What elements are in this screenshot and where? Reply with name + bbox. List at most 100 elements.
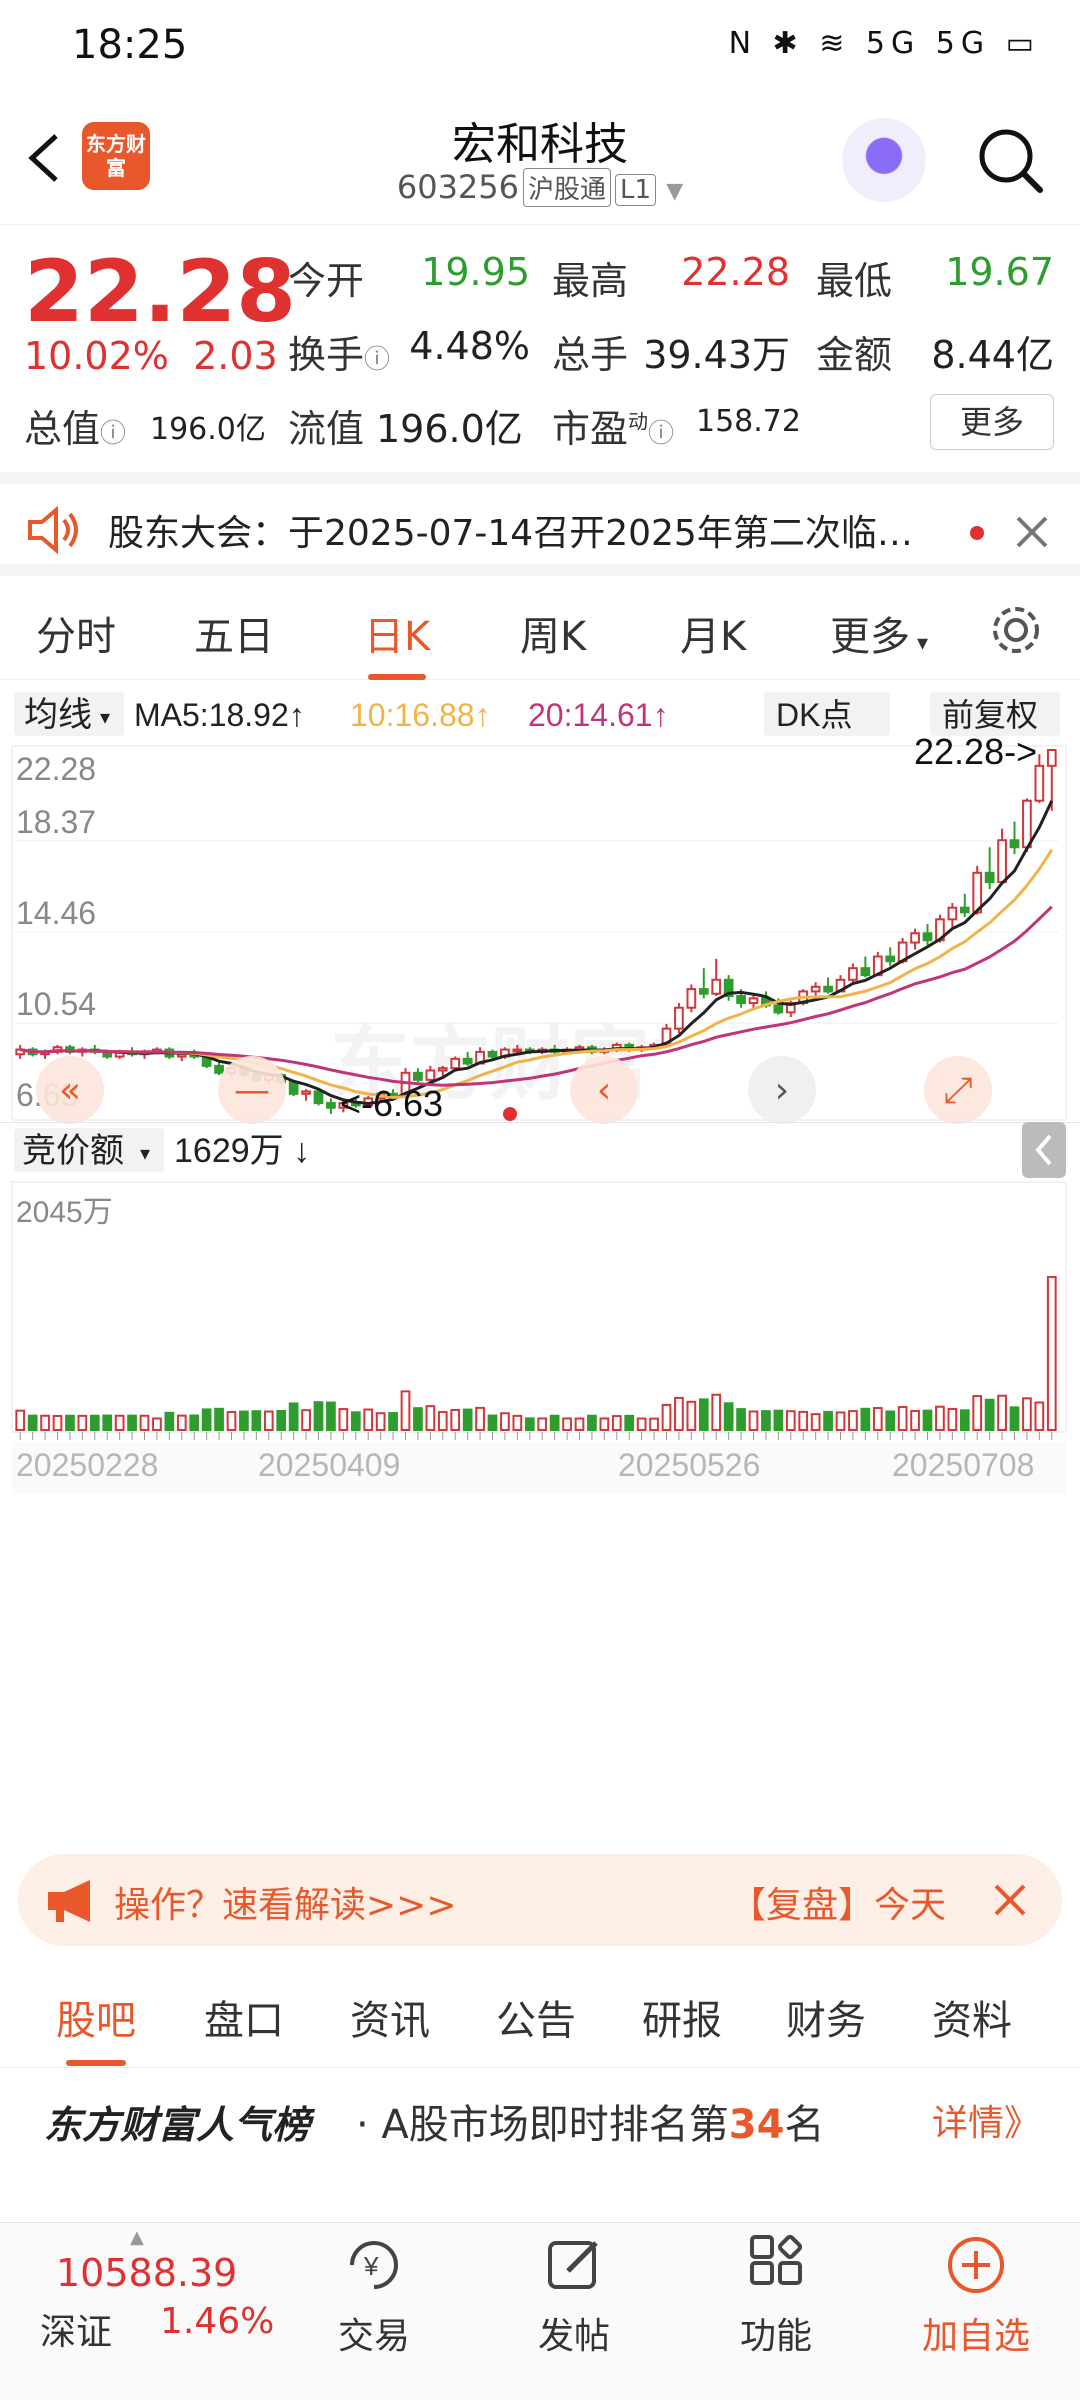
volume-bar [624,1414,635,1431]
volume-bar [686,1400,697,1431]
high-label: 最高 [552,259,629,303]
info-icon[interactable]: ⓘ [100,419,126,449]
tab-monthly-k[interactable]: 月K [680,604,746,662]
speaker-icon [26,505,82,558]
volume-bar [338,1408,349,1432]
rank-brand: 东方财富人气榜 [44,2103,311,2147]
zoom-out-icon[interactable]: — [234,1070,270,1111]
volume-value: 39.43万 [643,333,790,377]
nav-trade[interactable]: ¥ 交易 [314,2233,434,2359]
volume-bar [239,1410,249,1432]
index-change: 1.46% [160,2301,275,2342]
volume-bar [127,1414,137,1431]
caret-up-icon: ▲ [130,2227,144,2248]
level-tag: L1 [615,174,657,206]
close-icon[interactable] [1014,514,1050,554]
review-banner[interactable]: 操作？速看解读>>> 【复盘】今天 [18,1854,1062,1946]
nav-add-watchlist[interactable]: 加自选 [916,2233,1036,2359]
candle-body [214,1064,224,1074]
index-value[interactable]: 10588.39 [56,2251,237,2295]
turnover-label: 换手ⓘ [288,333,391,377]
candle-body [686,988,697,1009]
tab-announcement[interactable]: 公告 [496,1988,576,2046]
popularity-rank[interactable]: 东方财富人气榜 · A股市场即时排名第34名 详情》 [0,2072,1080,2172]
volume-plot-frame [11,1181,1067,1433]
candle-body [959,906,970,914]
volume-bar [984,1398,995,1432]
nav-add-watchlist-label: 加自选 [921,2316,1030,2357]
volume-bar [152,1417,162,1432]
svg-text:¥: ¥ [363,2251,379,2281]
candle-body [1009,839,1020,849]
open-label: 今开 [288,259,365,303]
ma-select[interactable]: 均线 [24,696,92,734]
tab-research[interactable]: 研报 [642,1988,722,2046]
settings-gear-icon[interactable] [988,602,1044,662]
collapse-panel-button[interactable] [1022,1122,1066,1178]
close-icon[interactable] [992,1882,1028,1922]
volume-divider [0,1122,1080,1123]
candle-body [313,1090,324,1105]
volume-bar [649,1417,659,1432]
volume-bar [524,1417,535,1431]
quote-panel: 22.28 10.02% 2.03 今开 19.95 最高 22.28 最低 1… [0,226,1080,466]
volume-select[interactable]: 竞价额 [22,1132,124,1170]
pe-value: 158.72 [696,404,801,439]
info-icon[interactable]: ⓘ [364,345,390,375]
more-button[interactable]: 更多 [930,394,1054,450]
left-icon[interactable]: ‹ [597,1070,611,1111]
volume-bar [698,1398,709,1432]
fullscreen-icon[interactable]: ⤢ [944,1070,973,1111]
tab-profile[interactable]: 资料 [932,1988,1012,2046]
candle-body [288,1081,299,1095]
tab-news[interactable]: 资讯 [350,1988,430,2046]
rank-detail-link[interactable]: 详情》 [932,2094,1040,2146]
dk-button[interactable]: DK点 [776,697,852,733]
tab-guba[interactable]: 股吧 [56,1988,136,2066]
tab-more[interactable]: 更多 ▾ [830,604,928,662]
nav-post[interactable]: 发帖 [514,2233,634,2359]
rank-description: · A股市场即时排名第34名 [356,2102,825,2148]
adjust-button[interactable]: 前复权 [942,697,1038,733]
search-icon[interactable] [974,124,1046,196]
tab-weekly-k[interactable]: 周K [520,604,586,662]
double-left-icon[interactable]: « [59,1070,81,1111]
status-time: 18:25 [72,22,188,68]
notice-bar[interactable]: 股东大会：于2025-07-14召开2025年第二次临… [0,472,1080,576]
chevron-down-icon: ▼ [666,179,684,204]
kline-chart[interactable]: 均线 ▾ MA5:18.92↑ 10:16.88↑ 20:14.61↑ DK点 … [0,682,1080,1842]
volume-bar [388,1412,398,1432]
pe-superscript: 动 [628,409,649,434]
tab-five-day[interactable]: 五日 [194,604,274,662]
caret-down-icon: ▾ [140,1141,150,1165]
robot-avatar[interactable] [842,118,926,202]
volume-bar [910,1409,920,1432]
volume-bar [301,1409,311,1432]
volume-bars-group [15,1276,1057,1432]
right-icon[interactable]: › [775,1070,789,1111]
tab-intraday[interactable]: 分时 [36,604,116,662]
kline-chart-area[interactable]: 均线 ▾ MA5:18.92↑ 10:16.88↑ 20:14.61↑ DK点 … [0,682,1080,1842]
volume-bar [736,1408,746,1431]
candle-body [512,1048,523,1053]
ma20-label: 20:14.61↑ [528,697,669,733]
volume-bar [251,1410,262,1432]
volume-bar [114,1414,125,1431]
candle-body [326,1102,336,1109]
volume-bar [885,1410,896,1431]
volume-bar [214,1407,224,1431]
volume-bar [587,1414,597,1431]
volume-bar [972,1395,983,1431]
tab-finance[interactable]: 财务 [786,1988,866,2046]
volume-bar [139,1414,150,1431]
tab-daily-k[interactable]: 日K [364,604,430,680]
candle-body [437,1067,448,1072]
info-icon[interactable]: ⓘ [648,419,674,449]
volume-bar [326,1401,336,1432]
ma-lines-group [19,800,1054,1106]
volume-bar [89,1414,100,1431]
volume-bar [500,1412,510,1432]
tab-pankou[interactable]: 盘口 [204,1988,284,2046]
nav-functions[interactable]: 功能 [716,2233,836,2359]
ma10-label: 10:16.88↑ [350,697,491,733]
